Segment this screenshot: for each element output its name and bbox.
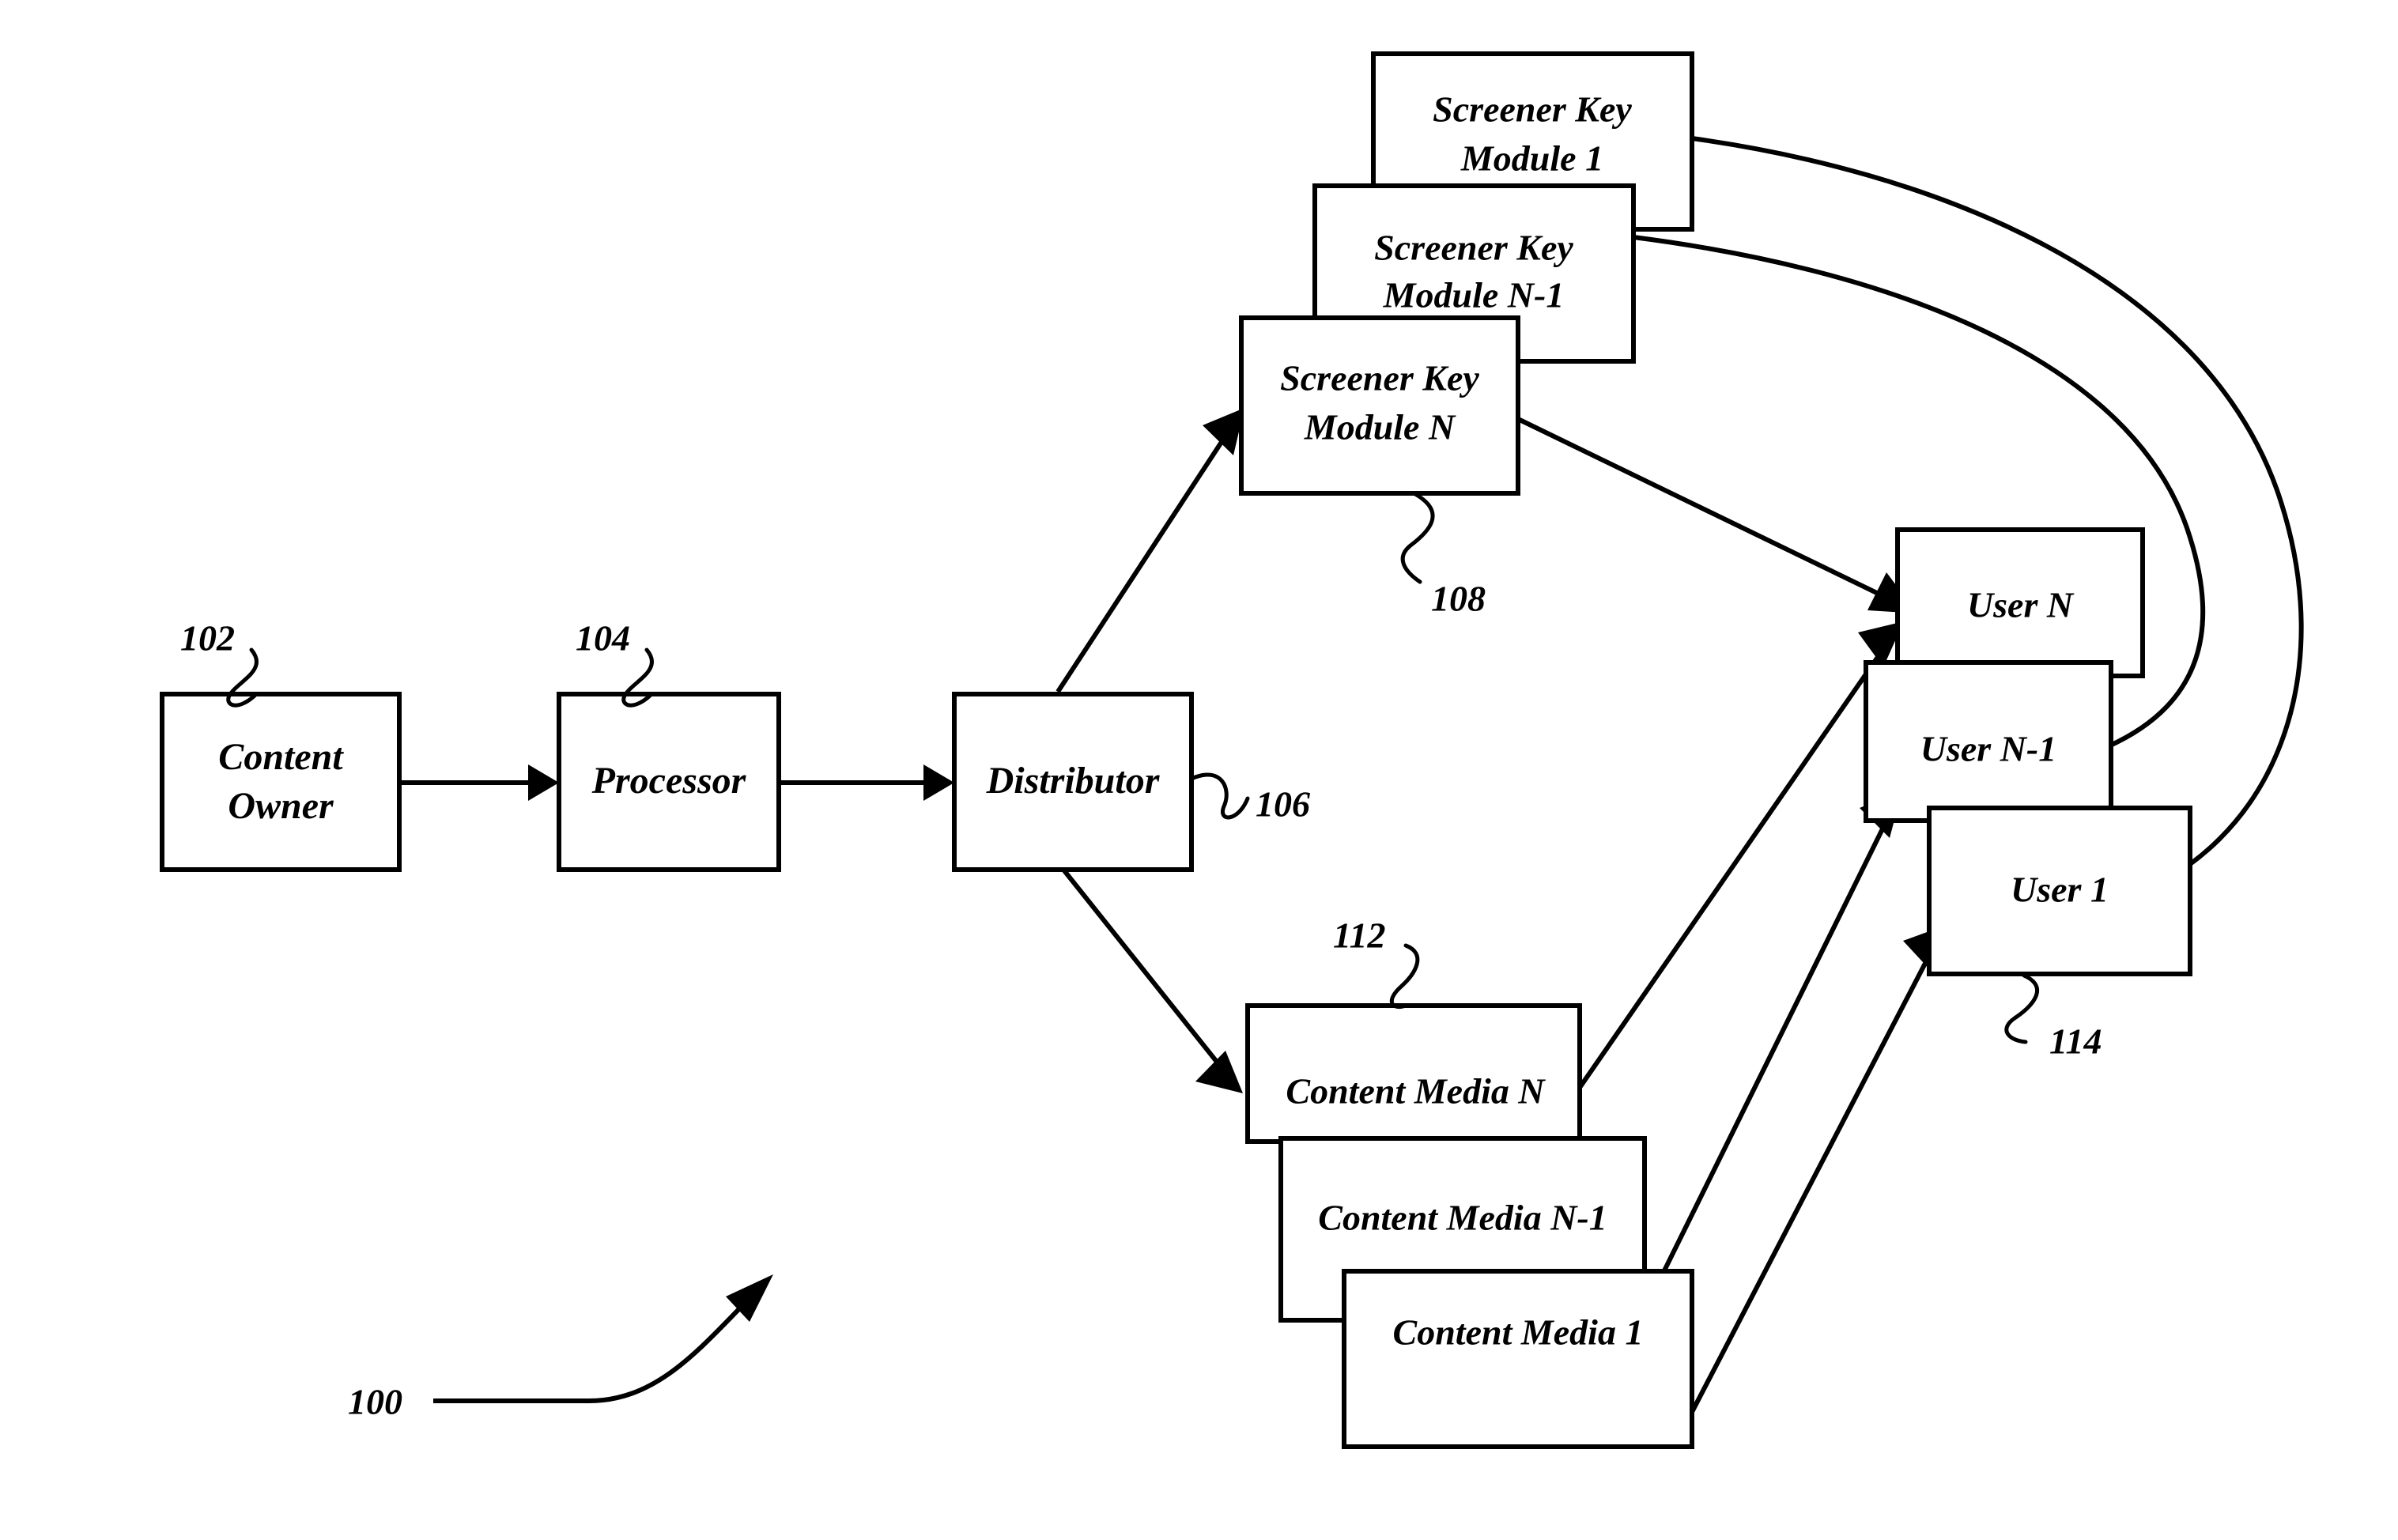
ref-106: 106 <box>1256 784 1310 825</box>
block-screener-key-module-n[interactable] <box>1239 315 1520 496</box>
label-content-owner-line1: Content <box>218 736 344 778</box>
leader-112 <box>1389 943 1420 1009</box>
patent-figure: Content Owner Processor Distributor Scre… <box>0 0 2398 1540</box>
leader-108 <box>1400 492 1435 584</box>
block-content-media-1[interactable] <box>1342 1269 1694 1449</box>
edge-cm1-to-user1 <box>1688 931 1943 1417</box>
ref-114: 114 <box>2049 1021 2102 1062</box>
ref-112: 112 <box>1333 915 1385 956</box>
leader-106 <box>1189 772 1250 820</box>
arrowhead-distributor-to-cmn <box>1195 1051 1243 1093</box>
label-user-1: User 1 <box>2011 870 2109 910</box>
label-processor: Processor <box>591 760 747 802</box>
label-screener-key-module-n-line1: Screener Key <box>1280 358 1479 398</box>
edge-cmn1-to-usern1 <box>1641 797 1900 1315</box>
label-content-owner-line2: Owner <box>228 785 334 827</box>
label-screener-key-module-n-line2: Module N <box>1304 407 1456 447</box>
edge-distributor-to-cmn <box>1061 868 1237 1086</box>
arrowhead-processor-to-distributor <box>923 764 954 801</box>
ref-104: 104 <box>576 618 630 659</box>
ref-100: 100 <box>348 1382 402 1422</box>
label-user-n: User N <box>1967 585 2075 625</box>
label-screener-key-module-n-1-line1: Screener Key <box>1374 228 1573 268</box>
edge-cmn-to-usern <box>1575 627 1900 1093</box>
ref-108: 108 <box>1431 579 1486 619</box>
edge-distributor-to-skmn <box>1055 415 1241 693</box>
label-user-n-1: User N-1 <box>1920 729 2056 769</box>
label-screener-key-module-n-1-line2: Module N-1 <box>1383 275 1565 315</box>
arrowhead-contentowner-to-processor <box>528 764 559 801</box>
leader-100 <box>433 1286 761 1403</box>
leader-114 <box>2004 973 2040 1044</box>
arrowhead-distributor-to-skmn <box>1203 408 1244 455</box>
edge-skmn-to-usern <box>1516 417 1911 611</box>
block-content-owner[interactable] <box>160 692 402 872</box>
label-content-media-n: Content Media N <box>1286 1071 1546 1112</box>
label-screener-key-module-1-line1: Screener Key <box>1433 89 1632 130</box>
ref-102: 102 <box>180 618 235 659</box>
label-distributor: Distributor <box>986 760 1161 802</box>
label-content-media-n-1: Content Media N-1 <box>1318 1198 1607 1238</box>
diagram-canvas: Content Owner Processor Distributor Scre… <box>160 51 2304 1449</box>
label-screener-key-module-1-line2: Module 1 <box>1460 138 1603 179</box>
label-content-media-1: Content Media 1 <box>1393 1312 1644 1353</box>
